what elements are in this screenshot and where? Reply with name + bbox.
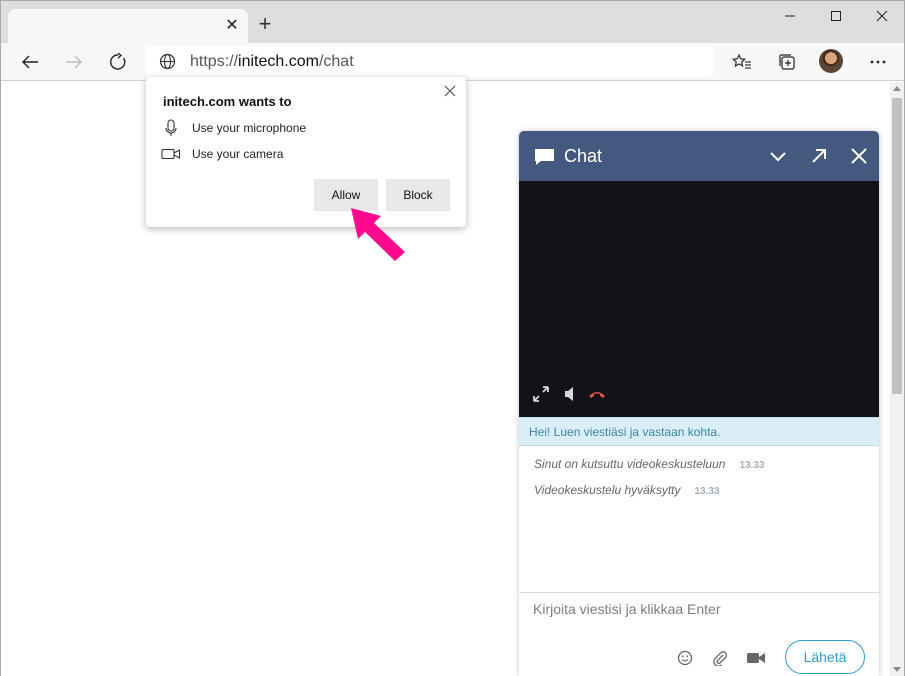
speaker-icon[interactable] <box>564 385 576 403</box>
permission-microphone: Use your microphone <box>160 119 306 137</box>
refresh-icon <box>110 53 126 70</box>
popup-title: initech.com wants to <box>163 94 292 109</box>
video-area <box>519 181 879 417</box>
camera-icon <box>161 148 181 160</box>
browser-window: ✕ + https://initech.com/chat Chat Hei! L… <box>0 0 905 676</box>
chat-widget: Chat Hei! Luen viestiäsi ja vastaan koht… <box>519 131 879 676</box>
popup-close-icon[interactable] <box>443 84 457 98</box>
browser-tab[interactable]: ✕ <box>8 9 248 43</box>
address-bar[interactable]: https://initech.com/chat <box>146 46 714 77</box>
title-bar: ✕ + <box>1 1 904 43</box>
pointer-arrow-icon <box>351 208 405 261</box>
refresh-button[interactable] <box>101 45 135 79</box>
new-tab-icon[interactable]: + <box>254 13 276 35</box>
composer-divider <box>519 592 879 593</box>
system-message: Videokeskustelu hyväksytty 13.33 <box>534 483 720 497</box>
permission-camera: Use your camera <box>160 145 283 163</box>
chevron-down-icon[interactable] <box>768 146 788 166</box>
microphone-icon <box>165 119 177 136</box>
forward-button[interactable] <box>57 45 91 79</box>
smiley-icon <box>677 650 693 666</box>
tab-close-icon[interactable]: ✕ <box>222 16 242 36</box>
chat-notice-text: Hei! Luen viestiäsi ja vastaan kohta. <box>529 425 721 439</box>
video-call-button[interactable] <box>746 648 766 668</box>
attach-button[interactable] <box>710 648 730 668</box>
vertical-scrollbar[interactable] <box>890 82 904 676</box>
system-message: Sinut on kutsuttu videokeskusteluun 13.33 <box>534 457 765 471</box>
collections-button[interactable] <box>770 45 804 79</box>
collections-icon <box>779 54 795 70</box>
popout-icon[interactable] <box>809 146 829 166</box>
globe-icon <box>159 53 176 70</box>
hang-up-icon[interactable] <box>587 385 607 403</box>
paperclip-icon <box>713 651 728 666</box>
chat-header: Chat <box>519 131 879 181</box>
arrow-left-icon <box>22 55 38 69</box>
more-menu-button[interactable] <box>861 45 895 79</box>
scroll-up-icon[interactable] <box>893 86 901 91</box>
address-url: https://initech.com/chat <box>190 53 354 70</box>
emoji-button[interactable] <box>675 648 695 668</box>
scroll-down-icon[interactable] <box>893 667 901 672</box>
close-icon <box>876 10 888 22</box>
video-camera-icon <box>747 653 765 663</box>
favorites-star-icon <box>732 53 751 69</box>
back-button[interactable] <box>13 45 47 79</box>
close-window-button[interactable] <box>859 1 905 31</box>
chat-close-icon[interactable] <box>849 146 869 166</box>
profile-avatar[interactable] <box>819 49 843 73</box>
maximize-button[interactable] <box>813 1 859 31</box>
message-input[interactable] <box>533 601 863 617</box>
favorites-button[interactable] <box>725 45 759 79</box>
message-time: 13.33 <box>739 460 765 471</box>
chat-notice: Hei! Luen viestiäsi ja vastaan kohta. <box>519 417 879 446</box>
minimize-icon <box>785 15 795 17</box>
browser-toolbar: https://initech.com/chat <box>1 43 904 81</box>
send-button[interactable]: Lähetä <box>785 640 865 674</box>
permission-popup: initech.com wants to Use your microphone… <box>146 77 466 227</box>
more-dots-icon <box>870 60 886 64</box>
message-time: 13.33 <box>694 486 720 497</box>
chat-title: Chat <box>564 146 603 166</box>
scroll-thumb[interactable] <box>892 98 902 394</box>
arrow-right-icon <box>66 55 82 69</box>
minimize-button[interactable] <box>767 1 813 31</box>
maximize-icon <box>831 11 841 21</box>
fullscreen-icon[interactable] <box>532 385 550 403</box>
chat-bubble-icon <box>535 149 554 165</box>
